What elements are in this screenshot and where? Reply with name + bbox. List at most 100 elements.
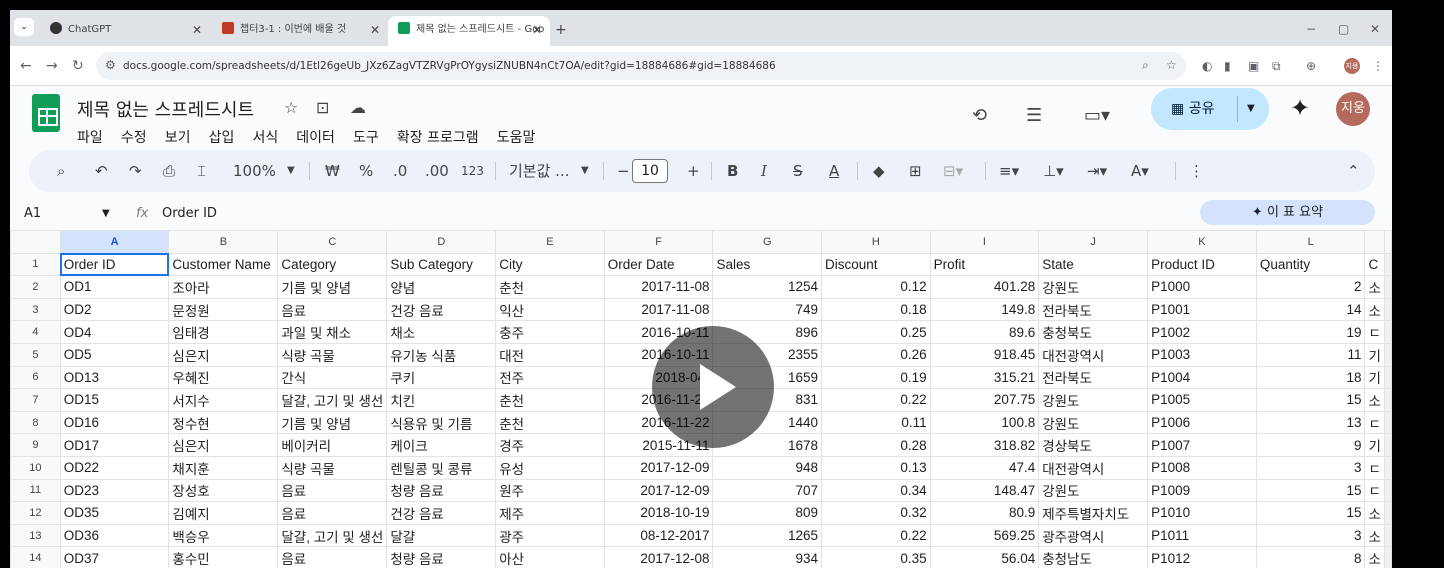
name-box[interactable]: A1 xyxy=(24,200,41,228)
row-header[interactable]: 12 xyxy=(10,501,61,525)
extension-icon[interactable]: ▣ xyxy=(1248,59,1259,73)
meet-camera-icon[interactable]: ▭▾ xyxy=(1084,105,1110,126)
cell[interactable]: OD4 xyxy=(59,320,170,344)
cell[interactable]: 89.6 xyxy=(929,320,1040,344)
cell[interactable]: 달걀, 고기 및 생선 xyxy=(277,523,388,548)
cell[interactable]: 대전광역시 xyxy=(1038,342,1149,367)
zoom-icon[interactable]: ⌕ xyxy=(1142,58,1149,73)
cell[interactable]: 김예지 xyxy=(168,501,279,525)
row-header[interactable]: 5 xyxy=(10,342,61,367)
collapse-toolbar-icon[interactable]: ⌃ xyxy=(1347,150,1360,192)
extension-icon[interactable]: ▮ xyxy=(1224,59,1231,73)
downloads-icon[interactable]: ⊕ xyxy=(1306,59,1316,73)
browser-menu-icon[interactable]: ⋮ xyxy=(1372,59,1384,73)
cell[interactable]: Category xyxy=(277,252,388,277)
cell[interactable]: OD37 xyxy=(59,546,170,568)
zoom-select[interactable]: 100% xyxy=(233,150,276,192)
cell[interactable]: 18 xyxy=(1255,365,1366,390)
decrease-decimal-button[interactable]: .0 xyxy=(393,150,407,192)
cell[interactable]: 2017-12-09 xyxy=(603,478,714,503)
cell[interactable]: 0.19 xyxy=(820,365,931,390)
minimize-icon[interactable]: − xyxy=(1306,22,1316,36)
cell[interactable]: 2018-10-19 xyxy=(603,501,714,525)
extensions-puzzle-icon[interactable]: ⧉ xyxy=(1272,59,1281,74)
cell[interactable]: 707 xyxy=(712,478,822,503)
cell[interactable]: 정수현 xyxy=(168,410,279,435)
cell[interactable]: 소 xyxy=(1364,501,1385,525)
row-header[interactable]: 9 xyxy=(10,433,61,457)
bookmark-star-icon[interactable]: ☆ xyxy=(1166,58,1177,72)
cell[interactable]: 0.34 xyxy=(820,478,931,503)
scrollbar-track[interactable] xyxy=(1384,455,1392,480)
horizontal-align-icon[interactable]: ≡▾ xyxy=(999,150,1019,192)
scrollbar-track[interactable] xyxy=(1384,297,1392,322)
cell[interactable]: 기 xyxy=(1364,365,1385,390)
row-header[interactable]: 1 xyxy=(10,252,61,277)
cell[interactable]: P1009 xyxy=(1147,478,1257,503)
cell[interactable]: 양념 xyxy=(386,275,497,299)
cell[interactable]: 음료 xyxy=(277,546,388,568)
cell[interactable]: 소 xyxy=(1364,297,1385,322)
cell[interactable]: 0.26 xyxy=(820,342,931,367)
profile-avatar[interactable]: 지용 xyxy=(1344,58,1360,74)
cell[interactable]: 조아라 xyxy=(168,275,279,299)
menu-extensions[interactable]: 확장 프로그램 xyxy=(397,127,479,147)
cell[interactable]: 청량 음료 xyxy=(386,546,497,568)
row-header[interactable]: 13 xyxy=(10,523,61,548)
cell[interactable]: 렌틸콩 및 콩류 xyxy=(386,455,497,480)
tab-chapter[interactable]: 챕터3-1 : 이번에 배울 것 ✕ xyxy=(212,16,388,46)
cell[interactable]: 15 xyxy=(1255,501,1366,525)
close-tab-icon[interactable]: ✕ xyxy=(192,16,202,44)
scrollbar-track[interactable] xyxy=(1384,388,1392,412)
cell[interactable]: 달걀 xyxy=(386,523,497,548)
cell[interactable]: 기 xyxy=(1364,433,1385,457)
more-formats-button[interactable]: 123 xyxy=(461,150,484,192)
cell[interactable]: 홍수민 xyxy=(168,546,279,568)
row-header[interactable]: 10 xyxy=(10,455,61,480)
column-header[interactable]: G xyxy=(712,230,822,254)
extension-icon[interactable]: ◐ xyxy=(1202,59,1212,73)
cell[interactable]: P1005 xyxy=(1147,388,1257,412)
search-menus-icon[interactable]: ⌕ xyxy=(57,150,65,192)
fill-color-icon[interactable]: ◆ xyxy=(873,150,885,192)
cell[interactable]: 0.13 xyxy=(820,455,931,480)
new-tab-icon[interactable]: + xyxy=(555,22,567,38)
cell[interactable]: 0.22 xyxy=(820,388,931,412)
cell[interactable]: 우혜진 xyxy=(168,365,279,390)
decrease-font-size-icon[interactable]: − xyxy=(617,150,630,192)
menu-insert[interactable]: 삽입 xyxy=(209,127,235,147)
cell[interactable]: 춘천 xyxy=(495,388,605,412)
cell[interactable]: 9 xyxy=(1255,433,1366,457)
italic-icon[interactable]: I xyxy=(761,150,767,192)
formula-input[interactable]: Order ID xyxy=(162,200,217,228)
cell[interactable]: 광주 xyxy=(495,523,605,548)
cell[interactable]: OD22 xyxy=(59,455,170,480)
cell[interactable]: 749 xyxy=(712,297,822,322)
cell[interactable]: ㄷ xyxy=(1364,320,1385,344)
column-header[interactable]: E xyxy=(495,230,605,254)
cell[interactable]: 식량 곡물 xyxy=(277,342,388,367)
cell[interactable]: 쿠키 xyxy=(386,365,497,390)
cell[interactable]: Profit xyxy=(929,252,1040,277)
font-family-select[interactable]: 기본값 ... xyxy=(509,150,569,192)
row-header[interactable]: 14 xyxy=(10,546,61,568)
cell[interactable]: 치킨 xyxy=(386,388,497,412)
cell[interactable]: 음료 xyxy=(277,501,388,525)
cell[interactable]: 유성 xyxy=(495,455,605,480)
column-header[interactable]: D xyxy=(386,230,497,254)
cell[interactable]: 15 xyxy=(1255,388,1366,412)
cell[interactable]: 익산 xyxy=(495,297,605,322)
cell[interactable]: 100.8 xyxy=(929,410,1040,435)
cell[interactable]: 318.82 xyxy=(929,433,1040,457)
text-rotation-icon[interactable]: A▾ xyxy=(1131,150,1149,192)
sheets-logo[interactable] xyxy=(32,94,60,132)
cell[interactable]: 충주 xyxy=(495,320,605,344)
cell[interactable]: 심은지 xyxy=(168,433,279,457)
cell[interactable]: P1003 xyxy=(1147,342,1257,367)
cell[interactable]: 음료 xyxy=(277,297,388,322)
scrollbar-track[interactable] xyxy=(1384,365,1392,390)
cell[interactable]: ㄷ xyxy=(1364,455,1385,480)
row-header[interactable]: 3 xyxy=(10,297,61,322)
column-header[interactable]: J xyxy=(1038,230,1149,254)
cell[interactable]: OD23 xyxy=(59,478,170,503)
